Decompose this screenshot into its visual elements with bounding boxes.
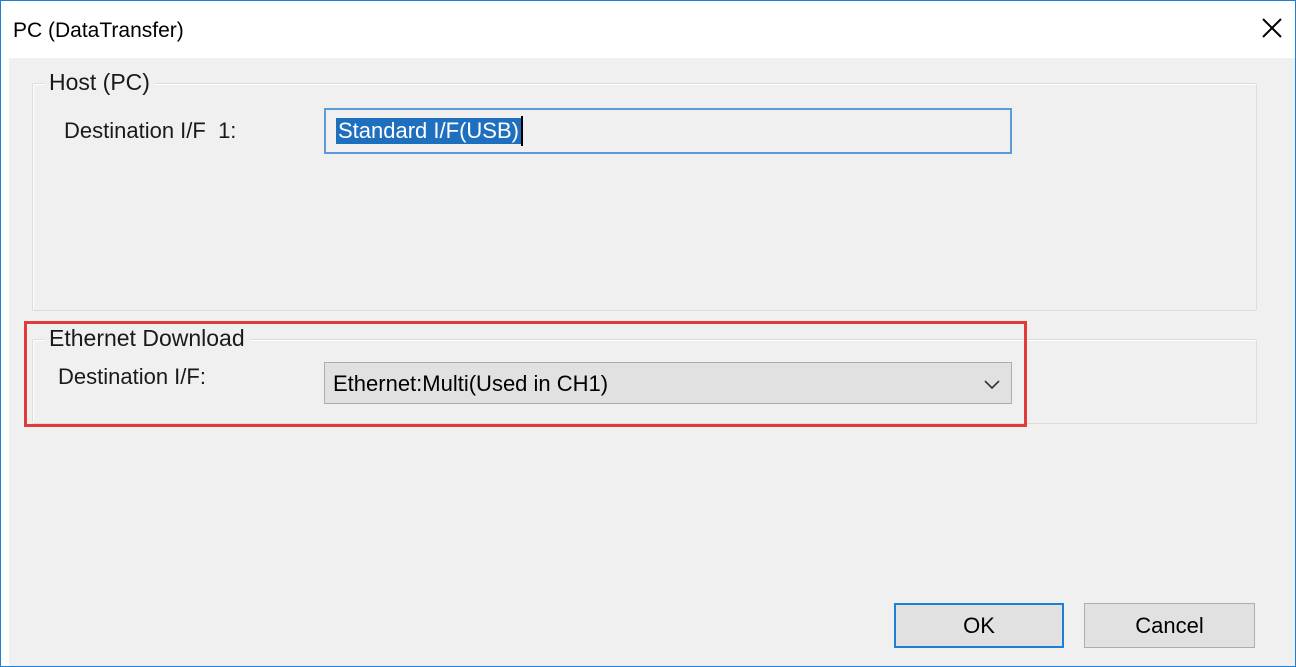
close-icon	[1262, 18, 1282, 38]
chevron-down-icon	[984, 380, 1000, 390]
ethernet-group-legend: Ethernet Download	[44, 325, 250, 352]
ethernet-destination-selected: Ethernet:Multi(Used in CH1)	[333, 371, 609, 396]
host-destination-label: Destination I/F 1:	[64, 118, 237, 143]
dialog-body: Host (PC) Destination I/F 1: Standard I/…	[9, 58, 1295, 666]
close-button[interactable]	[1249, 5, 1295, 51]
ethernet-destination-label: Destination I/F:	[58, 364, 206, 389]
window-title: PC (DataTransfer)	[13, 19, 184, 42]
cancel-button[interactable]: Cancel	[1084, 603, 1255, 648]
host-destination-value: Standard I/F(USB)	[336, 118, 521, 144]
title-bar[interactable]: PC (DataTransfer)	[1, 1, 1295, 58]
host-destination-field[interactable]: Standard I/F(USB)	[324, 108, 1012, 154]
ok-button[interactable]: OK	[894, 603, 1064, 648]
ethernet-destination-dropdown[interactable]: Ethernet:Multi(Used in CH1)	[324, 362, 1012, 404]
dialog-window: PC (DataTransfer) Host (PC) Destination …	[0, 0, 1296, 667]
text-caret	[521, 116, 523, 146]
host-group-legend: Host (PC)	[44, 69, 155, 96]
